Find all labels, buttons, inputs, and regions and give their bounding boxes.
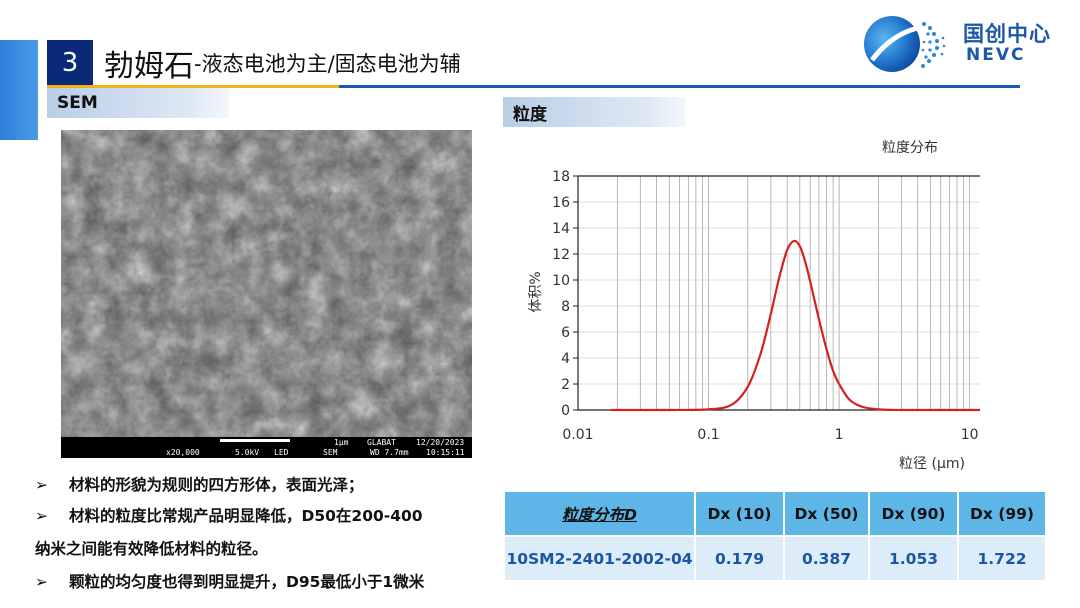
logo-icon xyxy=(864,16,946,72)
x-tick-label: 1 xyxy=(835,427,844,443)
bullet-text: 纳米之间能有效降低材料的粒径。 xyxy=(35,540,268,558)
section-number: 3 xyxy=(47,40,93,86)
table-header-cell: Dx (50) xyxy=(785,492,868,535)
y-tick-label: 18 xyxy=(552,169,570,185)
bullet-2-continued: 纳米之间能有效降低材料的粒径。 xyxy=(35,537,268,559)
sem-detector: LED xyxy=(274,448,289,457)
sem-micrograph-image xyxy=(61,130,472,458)
bullet-text: 颗粒的均匀度也得到明显提升，D95最低小于1微米 xyxy=(69,573,425,591)
sem-date: 12/20/2023 xyxy=(416,438,465,447)
psd-tag: 粒度 xyxy=(503,97,685,127)
x-tick-label: 10 xyxy=(961,427,979,443)
y-tick-label: 2 xyxy=(561,377,570,393)
table-header-cell: 粒度分布D xyxy=(505,492,694,535)
bullet-text: 材料的粒度比常规产品明显降低，D50在200-400 xyxy=(69,507,423,525)
sem-info-bar: x20,000 5.0kV LED 1μm SEM GLABAT WD 7.7m… xyxy=(61,437,472,458)
bullet-text: 材料的形貌为规则的四方形体，表面光泽； xyxy=(69,476,364,494)
table-header-cell: Dx (99) xyxy=(959,492,1045,535)
table-cell: 10SM2-2401-2002-04 xyxy=(505,537,694,580)
logo-name-en: NEVC xyxy=(966,45,1026,65)
x-tick-label: 0.01 xyxy=(562,427,593,443)
table-header-row: 粒度分布D Dx (10) Dx (50) Dx (90) Dx (99) xyxy=(505,492,1045,535)
table-cell: 1.053 xyxy=(870,537,957,580)
chart-grid xyxy=(578,176,980,410)
scale-bar xyxy=(220,439,290,442)
bullet-1: ➢ 材料的形貌为规则的四方形体，表面光泽； xyxy=(35,473,364,495)
left-accent-bar xyxy=(0,40,38,140)
bullet-arrow: ➢ xyxy=(35,573,48,591)
x-tick-label: 0.1 xyxy=(697,427,719,443)
bullet-arrow: ➢ xyxy=(35,507,48,525)
y-axis-label: 体积% xyxy=(528,271,544,312)
y-tick-label: 8 xyxy=(561,299,570,315)
series-line xyxy=(611,239,980,412)
bullet-arrow: ➢ xyxy=(35,476,48,494)
sem-org: GLABAT xyxy=(367,438,396,447)
sem-scale: 1μm xyxy=(334,438,349,447)
y-tick-label: 10 xyxy=(552,273,570,289)
y-tick-label: 0 xyxy=(561,403,570,419)
y-tick-label: 6 xyxy=(561,325,570,341)
sem-mode: SEM xyxy=(323,448,338,457)
x-axis-label: 粒径 (μm) xyxy=(899,456,965,472)
sem-tag: SEM xyxy=(47,88,229,118)
sem-magnification: x20,000 xyxy=(166,448,200,457)
bullet-3: ➢ 颗粒的均匀度也得到明显提升，D95最低小于1微米 xyxy=(35,570,424,592)
chart-axes xyxy=(577,175,980,411)
title-main: 勃姆石 xyxy=(104,49,194,84)
sem-voltage: 5.0kV xyxy=(235,448,260,457)
logo-name-cn: 国创中心 xyxy=(963,22,1051,46)
bullet-2: ➢ 材料的粒度比常规产品明显降低，D50在200-400 xyxy=(35,504,423,526)
table-cell: 0.179 xyxy=(696,537,783,580)
table-cell: 0.387 xyxy=(785,537,868,580)
chart-title: 粒度分布 xyxy=(882,140,938,156)
table-row: 10SM2-2401-2002-04 0.179 0.387 1.053 1.7… xyxy=(505,537,1045,580)
y-tick-label: 12 xyxy=(552,247,570,263)
table-header-cell: Dx (10) xyxy=(696,492,783,535)
title-sub: -液态电池为主/固态电池为辅 xyxy=(194,52,461,76)
particle-size-chart: 粒度分布 体积% 粒径 (μm) 0 2 4 6 8 10 12 14 16 18 0.01 0.1 1… xyxy=(528,140,980,472)
psd-table: 粒度分布D Dx (10) Dx (50) Dx (90) Dx (99) 10… xyxy=(503,490,1047,582)
table-header-cell: Dx (90) xyxy=(870,492,957,535)
table-cell: 1.722 xyxy=(959,537,1045,580)
y-tick-label: 4 xyxy=(561,351,570,367)
y-tick-label: 14 xyxy=(552,221,570,237)
sem-wd: WD 7.7mm xyxy=(370,448,409,457)
y-tick-label: 16 xyxy=(552,195,570,211)
sem-time: 10:15:11 xyxy=(426,448,465,457)
page-title: 勃姆石 -液态电池为主/固态电池为辅 xyxy=(104,40,461,86)
